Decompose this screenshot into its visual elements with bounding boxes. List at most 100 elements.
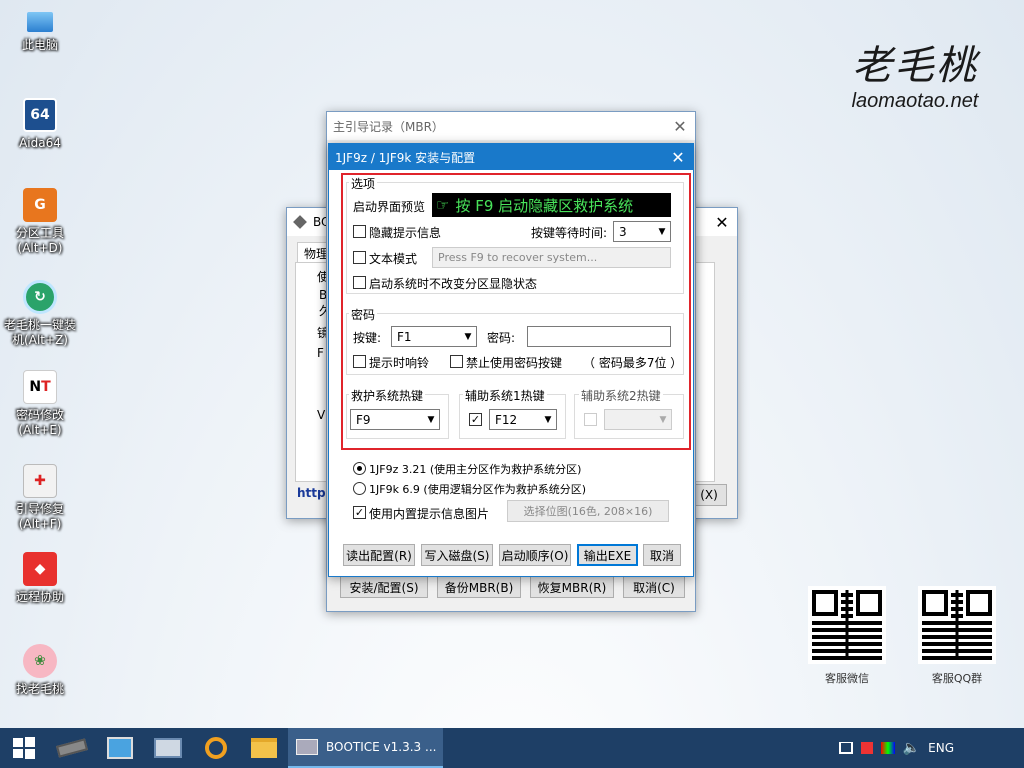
- memory-chip-icon: [55, 738, 89, 758]
- rescue-hotkey-value: F9: [356, 412, 371, 427]
- options-group-title: 选项: [349, 175, 378, 192]
- hide-hint-checkbox[interactable]: [353, 225, 366, 238]
- write-disk-button[interactable]: 写入磁盘(S): [421, 544, 493, 566]
- config-titlebar: 1JF9z / 1JF9k 安装与配置 ✕: [329, 144, 693, 170]
- mbr-close-button[interactable]: ✕: [665, 117, 695, 136]
- text-mode-checkbox[interactable]: [353, 251, 366, 264]
- desktop-icon-remote-assist[interactable]: ◆ 远程协助: [0, 552, 80, 605]
- taskbar-bootice-button[interactable]: BOOTICE v1.3.3 ...: [288, 728, 443, 768]
- start-button[interactable]: [0, 728, 48, 768]
- desktop-icon-label: 引导修复 (Alt+F): [15, 502, 64, 531]
- bootice-close-button[interactable]: ✕: [707, 213, 737, 232]
- preview-label: 启动界面预览: [353, 200, 426, 214]
- aux1-hotkey-title: 辅助系统1热键: [463, 387, 547, 404]
- desktop-icon-aida64[interactable]: 64 Aida64: [0, 98, 80, 151]
- read-config-button[interactable]: 读出配置(R): [343, 544, 415, 566]
- aux2-enable-checkbox[interactable]: [584, 413, 597, 426]
- taskbar-app-keyboard[interactable]: [144, 728, 192, 768]
- text-mode-label: 文本模式: [369, 252, 418, 266]
- wait-time-label: 按键等待时间:: [531, 226, 608, 240]
- logo-url: laomaotao.net: [851, 90, 979, 112]
- desktop-icon-label: 找老毛桃: [15, 682, 64, 696]
- install-config-button[interactable]: 安装/配置(S): [340, 576, 428, 598]
- rescue-hotkey-select[interactable]: F9 ▼: [350, 409, 440, 430]
- color-icon[interactable]: [880, 742, 895, 754]
- boot-order-button[interactable]: 启动顺序(O): [499, 544, 571, 566]
- desktop-icon-find-laomaotao[interactable]: ❀ 找老毛桃: [0, 644, 80, 697]
- desktop-icon-boot-repair[interactable]: ✚ 引导修复 (Alt+F): [0, 464, 80, 532]
- folder-icon: [251, 738, 277, 758]
- pointer-icon: ☞: [436, 196, 450, 214]
- taskbar-app-chip[interactable]: [48, 728, 96, 768]
- logo-chinese: 老毛桃: [852, 43, 978, 89]
- aux2-hotkey-select[interactable]: ▼: [604, 409, 672, 430]
- restore-mbr-button[interactable]: 恢复MBR(R): [530, 576, 614, 598]
- desktop-icon-label: 老毛桃一键装 机(Alt+Z): [3, 318, 76, 347]
- builtin-image-checkbox[interactable]: ✓: [353, 506, 366, 519]
- language-indicator[interactable]: ENG: [928, 741, 954, 755]
- monitor-icon: [107, 737, 133, 759]
- password-label: 密码:: [487, 331, 516, 345]
- disable-password-key-label: 禁止使用密码按键: [466, 356, 563, 370]
- desktop-icon-label: 此电脑: [21, 38, 58, 52]
- taskbar-app-search[interactable]: [192, 728, 240, 768]
- password-tool-icon: NT: [23, 370, 57, 404]
- password-max-note: （ 密码最多7位 ）: [583, 356, 683, 370]
- taskbar-bootice-label: BOOTICE v1.3.3 ...: [326, 740, 437, 754]
- password-key-select[interactable]: F1 ▼: [391, 326, 477, 347]
- export-exe-button[interactable]: 输出EXE: [577, 544, 638, 566]
- rescue-hotkey-title: 救护系统热键: [349, 387, 426, 404]
- boot-preview: ☞ 按 F9 启动隐藏区救护系统: [432, 193, 671, 217]
- qr-label: 客服QQ群: [931, 672, 983, 685]
- taskbar-app-monitor[interactable]: [96, 728, 144, 768]
- taskbar-app-explorer[interactable]: [240, 728, 288, 768]
- medkit-icon: ✚: [23, 464, 57, 498]
- wait-time-value: 3: [619, 224, 627, 239]
- radio-1jf9k-label: 1JF9k 6.9 (使用逻辑分区作为救护系统分区): [369, 483, 587, 496]
- text-mode-input[interactable]: Press F9 to recover system...: [432, 247, 671, 268]
- config-cancel-button[interactable]: 取消: [643, 544, 681, 566]
- mbr-cancel-button[interactable]: 取消(C): [623, 576, 685, 598]
- aux1-enable-checkbox[interactable]: ✓: [469, 413, 482, 426]
- key-label: 按键:: [353, 331, 382, 345]
- desktop-icon-partition-tool[interactable]: G 分区工具 (Alt+D): [0, 188, 80, 256]
- partition-tool-icon: G: [23, 188, 57, 222]
- hide-hint-label: 隐藏提示信息: [369, 226, 442, 240]
- keep-state-checkbox[interactable]: [353, 276, 366, 289]
- select-bitmap-button[interactable]: 选择位图(16色, 208×16): [507, 500, 669, 522]
- desktop-icon-password-change[interactable]: NT 密码修改 (Alt+E): [0, 370, 80, 438]
- desktop-icon-one-click-install[interactable]: ↻ 老毛桃一键装 机(Alt+Z): [0, 280, 80, 348]
- volume-icon[interactable]: 🔈: [903, 740, 920, 756]
- wait-time-select[interactable]: 3 ▼: [613, 221, 671, 242]
- remote-assist-icon: ◆: [23, 552, 57, 586]
- chevron-down-icon: ▼: [464, 331, 472, 342]
- network-icon[interactable]: [838, 742, 853, 754]
- desktop-icon-label: Aida64: [19, 136, 61, 150]
- beep-label: 提示时响铃: [369, 356, 430, 370]
- disable-password-key-checkbox[interactable]: [450, 355, 463, 368]
- beep-checkbox[interactable]: [353, 355, 366, 368]
- desktop-icon-label: 远程协助: [15, 590, 64, 604]
- qr-label: 客服微信: [825, 672, 869, 685]
- config-close-button[interactable]: ✕: [663, 148, 693, 167]
- desktop-icon-label: 密码修改 (Alt+E): [15, 408, 64, 437]
- chevron-down-icon: ▼: [659, 414, 667, 425]
- chevron-down-icon: ▼: [427, 414, 435, 425]
- password-input[interactable]: [527, 326, 671, 347]
- keep-state-label: 启动系统时不改变分区显隐状态: [369, 277, 538, 291]
- magnifier-icon: [205, 737, 227, 759]
- desktop-icon-this-pc[interactable]: 此电脑: [0, 6, 80, 53]
- radio-1jf9z[interactable]: [353, 462, 366, 475]
- aux2-hotkey-title: 辅助系统2热键: [579, 387, 663, 404]
- radio-1jf9k[interactable]: [353, 482, 366, 495]
- aux1-hotkey-value: F12: [495, 412, 518, 427]
- bootice-app-icon: [293, 215, 307, 229]
- config-dialog[interactable]: 1JF9z / 1JF9k 安装与配置 ✕ 选项 启动界面预览 ☞ 按 F9 启…: [328, 143, 694, 577]
- exit-button[interactable]: (X): [691, 484, 727, 506]
- chevron-down-icon: ▼: [544, 414, 552, 425]
- flag-icon[interactable]: [860, 742, 873, 754]
- aux1-hotkey-select[interactable]: F12 ▼: [489, 409, 557, 430]
- backup-mbr-button[interactable]: 备份MBR(B): [437, 576, 521, 598]
- frag-text: F: [317, 346, 324, 360]
- qr-wechat: 客服微信: [807, 586, 887, 686]
